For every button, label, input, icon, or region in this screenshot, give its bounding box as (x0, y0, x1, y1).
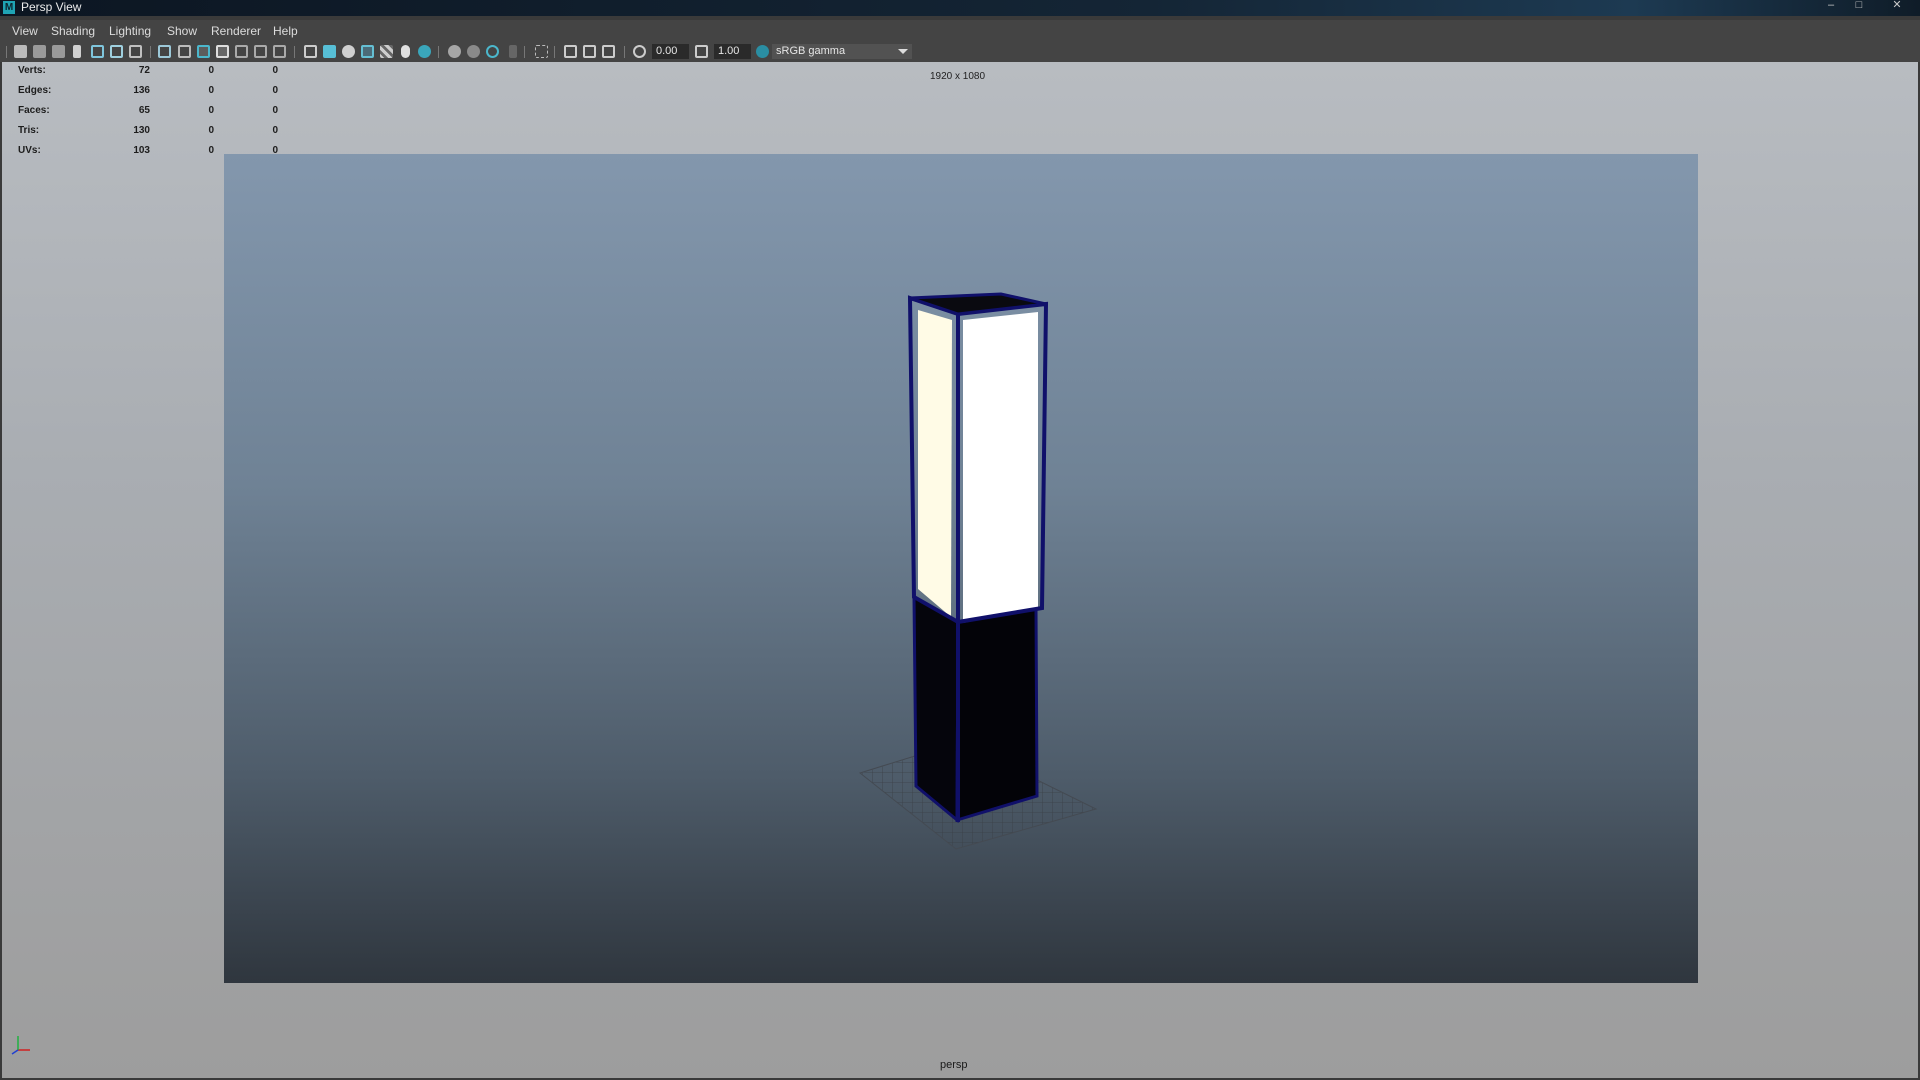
camera-icon[interactable] (14, 45, 27, 58)
menu-shading[interactable]: Shading (51, 25, 95, 38)
color-management-icon[interactable] (756, 45, 769, 58)
field-chart-icon[interactable] (235, 45, 248, 58)
isolate-select-icon[interactable] (535, 45, 548, 58)
hud-value: 0 (272, 145, 278, 156)
wireframe-icon[interactable] (304, 45, 317, 58)
pillar-left-light-panel (918, 310, 952, 617)
hud-value: 0 (208, 125, 214, 136)
hud-value: 0 (272, 105, 278, 116)
pillar-front-light-panel (963, 312, 1038, 623)
menu-renderer[interactable]: Renderer (211, 25, 261, 38)
motion-blur-icon[interactable] (467, 45, 480, 58)
exposure-field[interactable]: 0.00 (652, 44, 689, 59)
hud-label: Edges: (18, 85, 52, 96)
wireframe-on-shaded-icon[interactable] (361, 45, 374, 58)
menu-view[interactable]: View (12, 25, 38, 38)
image-plane-icon[interactable] (91, 45, 104, 58)
toolbar-separator (554, 46, 555, 58)
toolbar-separator (294, 46, 295, 58)
hud-value: 65 (138, 105, 150, 116)
hud-value: 0 (208, 85, 214, 96)
exposure-icon[interactable] (633, 45, 646, 58)
bookmark-icon[interactable] (73, 45, 81, 58)
toolbar-separator (524, 46, 525, 58)
menu-show[interactable]: Show (167, 25, 197, 38)
default-lighting-icon[interactable] (342, 45, 355, 58)
camera-attributes-icon[interactable] (33, 45, 46, 58)
use-all-lights-icon[interactable] (401, 45, 410, 58)
hud-value: 130 (133, 125, 150, 136)
chevron-down-icon (898, 49, 908, 54)
toolbar-separator (624, 46, 625, 58)
screen-space-ao-icon[interactable] (448, 45, 461, 58)
hud-value: 0 (272, 85, 278, 96)
minimize-icon[interactable]: – (1822, 0, 1840, 12)
pillar-left-face-base (912, 594, 960, 824)
hud-label: Faces: (18, 105, 50, 116)
panel-toolbar: 0.00 1.00 sRGB gamma (0, 42, 1920, 62)
close-icon[interactable]: ✕ (1888, 0, 1906, 12)
resolution-gate-icon[interactable] (197, 45, 210, 58)
hud-value: 0 (208, 65, 214, 76)
maximize-icon[interactable]: □ (1850, 0, 1868, 12)
pillar-top-cap (909, 292, 1047, 316)
shadows-icon[interactable] (418, 45, 431, 58)
toolbar-separator (438, 46, 439, 58)
hud-value: 0 (208, 145, 214, 156)
menu-help[interactable]: Help (273, 25, 298, 38)
camera-name-label: persp (940, 1059, 968, 1071)
hud-value: 136 (133, 85, 150, 96)
hud-label: Verts: (18, 65, 46, 76)
hud-row-verts: Verts: 72 0 0 (18, 64, 278, 78)
panel-menubar: View Shading Lighting Show Renderer Help (0, 20, 1920, 42)
window-title: Persp View (21, 0, 82, 14)
window-titlebar: M Persp View – □ ✕ (0, 0, 1920, 16)
hud-label: Tris: (18, 125, 40, 136)
safe-action-icon[interactable] (254, 45, 267, 58)
backface-icon[interactable] (602, 45, 615, 58)
hud-value: 0 (208, 105, 214, 116)
toolbar-separator (6, 46, 7, 58)
gamma-field[interactable]: 1.00 (714, 44, 751, 59)
hud-row-edges: Edges: 136 0 0 (18, 84, 278, 98)
2d-pan-zoom-icon[interactable] (110, 45, 123, 58)
hud-label: UVs: (18, 145, 41, 156)
view-transform-dropdown[interactable]: sRGB gamma (772, 44, 912, 59)
maya-app-icon: M (3, 1, 15, 14)
gamma-icon[interactable] (695, 45, 708, 58)
hud-value: 0 (272, 65, 278, 76)
hud-value: 103 (133, 145, 150, 156)
grease-pencil-icon[interactable] (129, 45, 142, 58)
pillar-front-face-base (955, 606, 1039, 823)
scene-render (858, 292, 1098, 850)
smooth-shade-icon[interactable] (323, 45, 336, 58)
textured-icon[interactable] (380, 45, 393, 58)
hud-value: 72 (138, 65, 150, 76)
view-axis-icon (11, 1036, 30, 1055)
xray-joints-icon[interactable] (583, 45, 596, 58)
grid-icon[interactable] (158, 45, 171, 58)
depth-of-field-icon[interactable] (509, 45, 517, 58)
persp-viewport[interactable]: Verts: 72 0 0 Edges: 136 0 0 Faces: 65 0… (2, 62, 1918, 1078)
xray-icon[interactable] (564, 45, 577, 58)
gate-mask-icon[interactable] (216, 45, 229, 58)
view-transform-value: sRGB gamma (776, 45, 846, 57)
menu-lighting[interactable]: Lighting (109, 25, 151, 38)
hud-row-tris: Tris: 130 0 0 (18, 124, 278, 138)
hud-row-faces: Faces: 65 0 0 (18, 104, 278, 118)
hud-value: 0 (272, 125, 278, 136)
bookmark-camera-icon[interactable] (52, 45, 65, 58)
safe-title-icon[interactable] (273, 45, 286, 58)
film-gate-icon[interactable] (178, 45, 191, 58)
anti-aliasing-icon[interactable] (486, 45, 499, 58)
resolution-label: 1920 x 1080 (930, 71, 986, 82)
toolbar-separator (150, 46, 151, 58)
hud-row-uvs: UVs: 103 0 0 (18, 144, 278, 158)
